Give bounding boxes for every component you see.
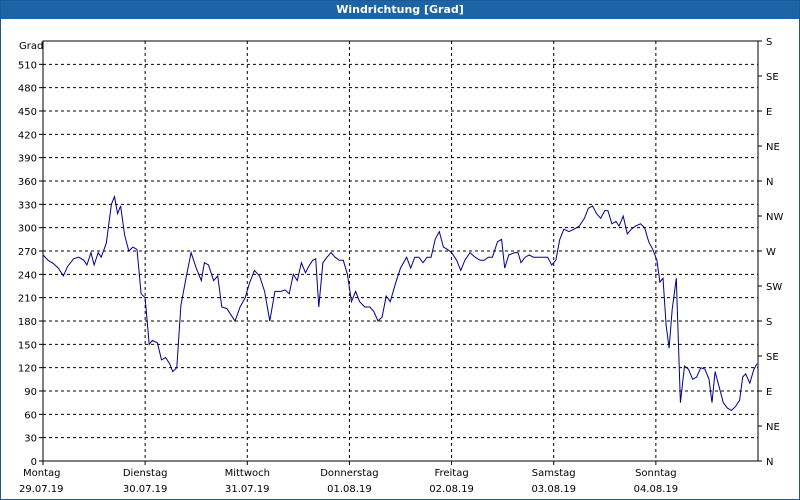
x-tick-date: 02.08.19 (429, 484, 474, 495)
y-tick-label: 480 (18, 84, 37, 95)
series-line (42, 194, 758, 412)
x-tick-day: Dienstag (123, 468, 168, 479)
right-axis-label: S (766, 37, 772, 48)
y-axis-left: 0 30 60 90 120 150 180 210 240 270 300 330 360 390 420… (18, 60, 43, 468)
y-tick-label: 360 (18, 177, 37, 188)
x-tick-day: Montag (23, 468, 60, 479)
right-axis-label: W (766, 247, 776, 258)
right-axis-label: E (766, 107, 772, 118)
y-tick-label: 240 (18, 270, 37, 281)
right-axis-label: S (766, 317, 772, 328)
x-tick-date: 29.07.19 (19, 484, 64, 495)
x-axis: Montag 29.07.19 Dienstag 30.07.19 Mittwoch 31… (19, 461, 678, 495)
x-tick-date: 03.08.19 (531, 484, 576, 495)
window-title: Windrichtung [Grad] (1, 1, 799, 19)
right-axis-label: SE (766, 352, 779, 363)
x-tick-day: Freitag (434, 468, 468, 479)
x-tick-date: 30.07.19 (123, 484, 168, 495)
right-axis-label: NE (766, 422, 780, 433)
x-tick-date: 04.08.19 (634, 484, 679, 495)
y-tick-label: 450 (18, 107, 37, 118)
y-axis-label: Grad (19, 41, 43, 52)
y-axis-right: N NE E SE S SW W NW N NE E SE S (758, 37, 783, 468)
y-tick-label: 420 (18, 130, 37, 141)
x-tick-day: Samstag (532, 468, 576, 479)
y-tick-label: 510 (18, 60, 37, 71)
y-tick-label: 60 (24, 410, 37, 421)
y-tick-label: 270 (18, 247, 37, 258)
chart-window: Windrichtung [Grad] 0 30 60 90 120 150 180 210 2… (0, 0, 800, 500)
grid-lines (43, 41, 758, 461)
x-tick-day: Sonntag (635, 468, 677, 479)
right-axis-label: N (766, 177, 773, 188)
y-tick-label: 30 (24, 434, 37, 445)
right-axis-label: NE (766, 142, 780, 153)
y-tick-label: 330 (18, 200, 37, 211)
right-axis-label: SE (766, 72, 779, 83)
x-tick-date: 31.07.19 (225, 484, 270, 495)
wind-direction-chart: 0 30 60 90 120 150 180 210 240 270 300 330 360 390 420… (18, 37, 784, 495)
y-tick-label: 120 (18, 364, 37, 375)
x-tick-date: 01.08.19 (327, 484, 372, 495)
right-axis-label: NW (766, 212, 783, 223)
x-tick-day: Mittwoch (225, 468, 270, 479)
y-tick-label: 180 (18, 317, 37, 328)
y-tick-label: 90 (24, 387, 37, 398)
y-tick-label: 150 (18, 340, 37, 351)
y-tick-label: 300 (18, 224, 37, 235)
y-tick-label: 0 (31, 457, 37, 468)
x-tick-day: Donnerstag (320, 468, 378, 479)
right-axis-label: E (766, 387, 772, 398)
right-axis-label: SW (766, 282, 782, 293)
y-tick-label: 210 (18, 294, 37, 305)
y-tick-label: 390 (18, 154, 37, 165)
right-axis-label: N (766, 457, 773, 468)
